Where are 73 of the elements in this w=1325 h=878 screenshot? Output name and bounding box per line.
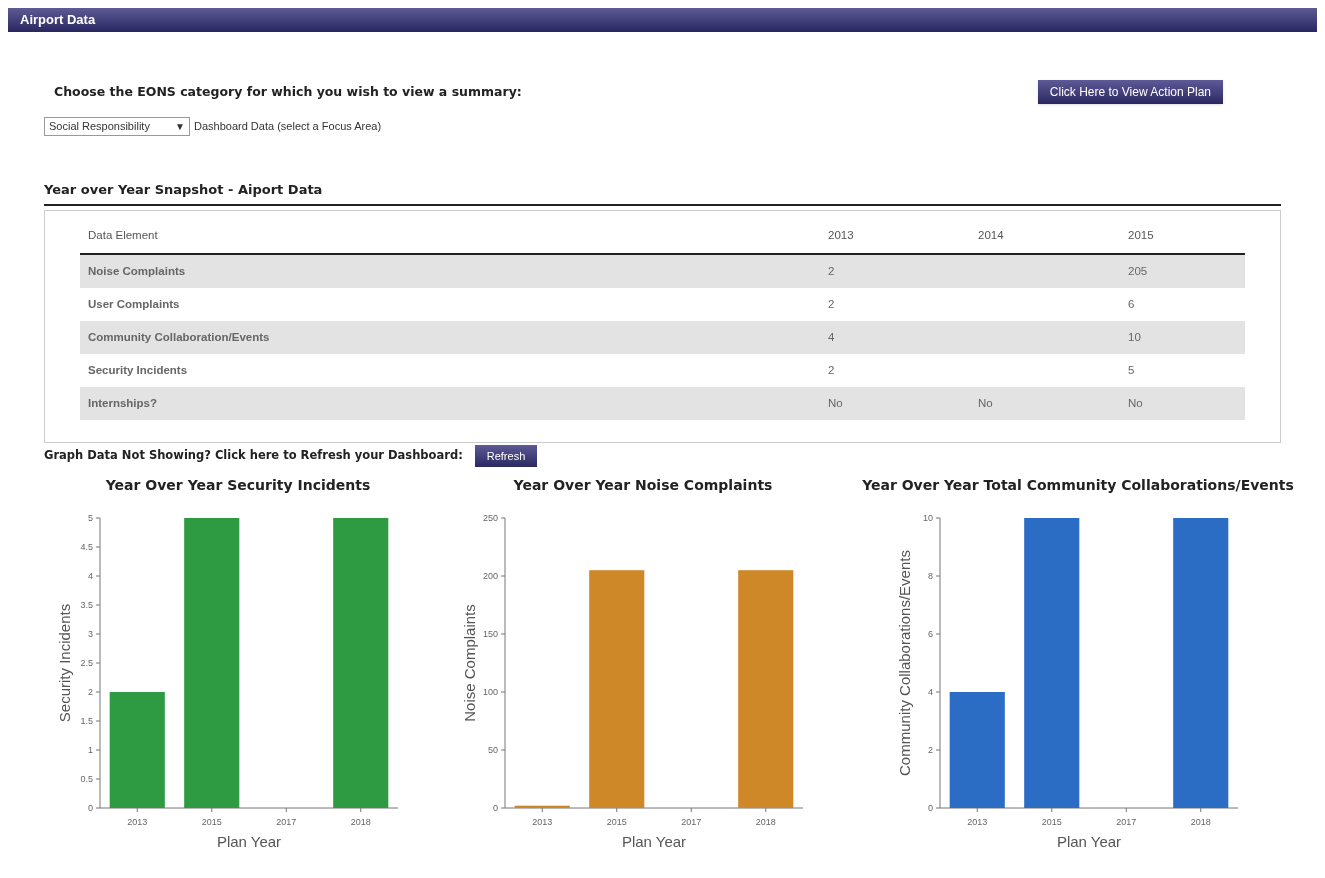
y-tick-label: 2 [928, 744, 933, 755]
table-cell-text: Internships? [88, 395, 158, 411]
y-tick-label: 10 [923, 512, 933, 523]
chart-title: Year Over Year Noise Complaints [513, 475, 773, 495]
table-cell-text: Noise Complaints [88, 263, 187, 279]
x-axis-title: Plan Year [1056, 832, 1122, 848]
dropdown-hint: Dashboard Data (select a Focus Area) [194, 119, 382, 135]
x-tick-label: 2015 [201, 816, 222, 827]
table-cell-text: 205 [1128, 263, 1149, 279]
chart-title: Year Over Year Total Community Collaborations/Events [862, 475, 1294, 495]
y-tick-label: 0.5 [80, 773, 93, 784]
table-cell-text: 2 [828, 296, 836, 312]
table-cell-text: 10 [1128, 329, 1142, 345]
section-title: Year over Year Snapshot - Aiport Data [44, 181, 324, 199]
y-tick-label: 2 [88, 686, 93, 697]
x-tick-label: 2018 [1190, 816, 1211, 827]
table-cell-text: No [1128, 395, 1144, 411]
y-tick-label: 200 [482, 570, 498, 581]
y-tick-label: 4 [928, 686, 933, 697]
table-cell-text: 4 [828, 329, 836, 345]
y-tick-label: 3 [88, 628, 93, 639]
y-tick-label: 8 [928, 570, 933, 581]
table-cell-text: 2 [828, 263, 836, 279]
chart-title: Year Over Year Security Incidents [105, 475, 371, 495]
column-header: 2013 [828, 227, 855, 243]
x-tick-label: 2015 [1041, 816, 1062, 827]
table-cell-text: No [828, 395, 844, 411]
table-cell-text: User Complaints [88, 296, 181, 312]
y-tick-label: 3.5 [80, 599, 93, 610]
y-tick-label: 1 [88, 744, 93, 755]
refresh-button[interactable]: Refresh [474, 444, 538, 467]
y-tick-label: 50 [488, 744, 498, 755]
x-tick-label: 2013 [967, 816, 988, 827]
y-axis-title: Noise Complaints [461, 604, 478, 722]
table-cell-text: 2 [828, 362, 836, 378]
y-tick-label: 1.5 [80, 715, 93, 726]
column-header: 2015 [1128, 227, 1155, 243]
x-tick-label: 2013 [532, 816, 553, 827]
x-tick-label: 2017 [681, 816, 702, 827]
x-tick-label: 2017 [276, 816, 297, 827]
prompt-text: Choose the EONS category for which you wish to view a summary: [54, 83, 522, 101]
y-tick-label: 150 [482, 628, 498, 639]
x-tick-label: 2017 [1116, 816, 1137, 827]
category-dropdown[interactable]: Social Responsibility ▼ [44, 117, 190, 136]
x-axis-title: Plan Year [621, 832, 687, 848]
y-tick-label: 250 [482, 512, 498, 523]
y-tick-label: 0 [493, 802, 498, 813]
y-tick-label: 0 [928, 802, 933, 813]
table-cell-text: No [978, 395, 994, 411]
refresh-prompt: Graph Data Not Showing? Click here to Refresh your Dashboard: [44, 447, 463, 465]
y-tick-label: 2.5 [80, 657, 93, 668]
x-tick-label: 2015 [606, 816, 627, 827]
y-tick-label: 6 [928, 628, 933, 639]
column-header: Data Element [88, 227, 159, 243]
table-cell-text: Community Collaboration/Events [88, 329, 271, 345]
table-cell-text: 5 [1128, 362, 1136, 378]
y-axis-title: Security Incidents [56, 603, 73, 722]
bar [514, 805, 570, 808]
y-tick-label: 5 [88, 512, 93, 523]
column-header: 2014 [978, 227, 1005, 243]
x-axis-title: Plan Year [216, 832, 282, 848]
x-tick-label: 2013 [127, 816, 148, 827]
y-tick-label: 0 [88, 802, 93, 813]
header-title: Airport Data [20, 11, 96, 30]
y-axis-title: Community Collaborations/Events [896, 549, 913, 776]
y-tick-label: 4.5 [80, 541, 93, 552]
table-cell-text: 6 [1128, 296, 1136, 312]
action-plan-button[interactable]: Click Here to View Action Plan [1037, 80, 1223, 104]
y-tick-label: 100 [482, 686, 498, 697]
x-tick-label: 2018 [755, 816, 776, 827]
table-cell-text: Security Incidents [88, 362, 189, 378]
x-tick-label: 2018 [350, 816, 371, 827]
y-tick-label: 4 [88, 570, 93, 581]
